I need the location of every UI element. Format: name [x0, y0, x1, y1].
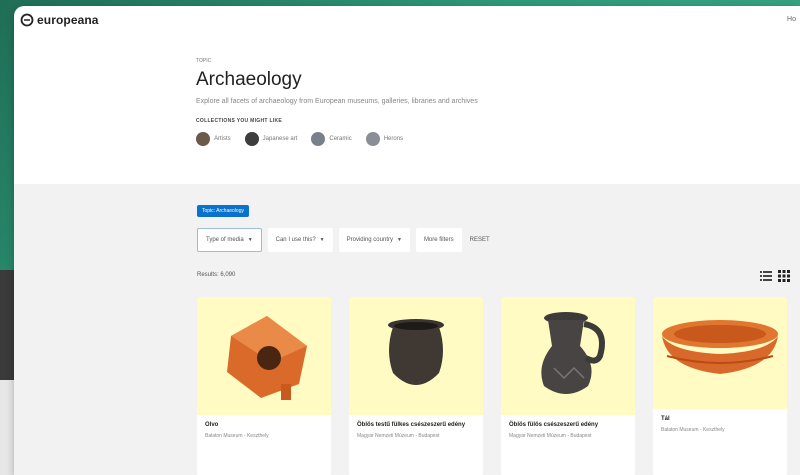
results-count: Results: 6,090	[197, 272, 236, 278]
collection-thumbnail	[196, 132, 210, 146]
collection-thumbnail	[365, 132, 380, 146]
collection-thumbnail	[244, 132, 259, 146]
card-title: Tál	[661, 416, 670, 422]
filter-label: Providing country	[346, 237, 393, 243]
card-title: Öblös testű fülkes csészeszerű edény	[357, 422, 466, 428]
jug-image	[541, 312, 605, 394]
topic-header: TOPIC Archaeology Explore all facets of …	[14, 34, 800, 184]
logo-text: europeana	[37, 13, 99, 27]
chevron-down-icon: ▼	[247, 237, 253, 243]
top-right-link[interactable]: Ho	[787, 16, 796, 23]
browser-window: europeana Ho TOPIC Archaeology Explore a…	[14, 6, 800, 475]
topic-badge[interactable]: Topic: Archaeology	[197, 205, 249, 217]
filter-can-i-use[interactable]: Can I use this? ▼	[267, 228, 333, 252]
filter-providing-country[interactable]: Providing country ▼	[338, 228, 410, 252]
top-bar: europeana Ho	[14, 6, 800, 34]
page-description: Explore all facets of archaeology from E…	[196, 98, 478, 105]
page-title: Archaeology	[196, 69, 302, 90]
result-card[interactable]: Olvo Balaton Museum - Keszthely	[197, 297, 331, 475]
collection-thumbnail	[311, 132, 326, 146]
results-grid: Olvo Balaton Museum - Keszthely Öblös te…	[197, 297, 787, 475]
card-provider: Balaton Museum - Keszthely	[205, 433, 269, 439]
result-card[interactable]: Tál Balaton Museum - Keszthely	[653, 297, 787, 475]
breadcrumb: TOPIC	[196, 58, 212, 64]
card-image	[197, 297, 331, 415]
reset-button[interactable]: RESET	[470, 237, 490, 243]
collection-chip[interactable]: Herons	[365, 132, 404, 146]
collection-label: Ceramic	[329, 136, 352, 142]
result-card[interactable]: Öblös testű fülkes csészeszerű edény Mag…	[349, 297, 483, 475]
more-filters-button[interactable]: More filters	[415, 228, 462, 252]
filter-label: More filters	[423, 237, 454, 243]
view-toggle	[760, 270, 790, 282]
result-card[interactable]: Öblös fülös csészeszerű edény Magyar Nem…	[501, 297, 635, 475]
card-provider: Magyar Nemzeti Múzeum - Budapest	[509, 433, 592, 439]
card-provider: Magyar Nemzeti Múzeum - Budapest	[357, 433, 440, 439]
card-title: Öblös fülös csészeszerű edény	[509, 422, 599, 428]
filter-type-of-media[interactable]: Type of media ▼	[197, 228, 262, 252]
logo-icon	[20, 13, 34, 27]
card-title: Olvo	[205, 422, 219, 428]
card-provider: Balaton Museum - Keszthely	[661, 427, 725, 433]
bowl-image	[662, 320, 778, 374]
card-image	[501, 297, 635, 415]
collections-label: COLLECTIONS YOU MIGHT LIKE	[196, 118, 283, 124]
chevron-down-icon: ▼	[319, 237, 325, 243]
clay-object-image	[227, 316, 307, 400]
collections-list: Artists Japanese art Ceramic Herons	[196, 132, 800, 146]
collection-chip[interactable]: Artists	[196, 132, 231, 146]
list-view-icon[interactable]	[760, 270, 772, 282]
collection-label: Herons	[383, 136, 404, 142]
filter-bar: Type of media ▼ Can I use this? ▼ Provid…	[197, 228, 490, 252]
logo[interactable]: europeana	[20, 13, 99, 27]
filter-label: Can I use this?	[275, 237, 316, 243]
collection-label: Artists	[214, 136, 231, 142]
chevron-down-icon: ▼	[396, 237, 402, 243]
grid-view-icon[interactable]	[778, 270, 790, 282]
collection-label: Japanese art	[262, 136, 298, 142]
filter-label: Type of media	[206, 237, 244, 243]
collection-chip[interactable]: Ceramic	[311, 132, 352, 146]
collection-chip[interactable]: Japanese art	[244, 132, 298, 146]
card-image	[349, 297, 483, 415]
pot-image	[388, 319, 444, 385]
results-area: Topic: Archaeology Type of media ▼ Can I…	[14, 184, 800, 475]
card-image	[653, 297, 787, 409]
